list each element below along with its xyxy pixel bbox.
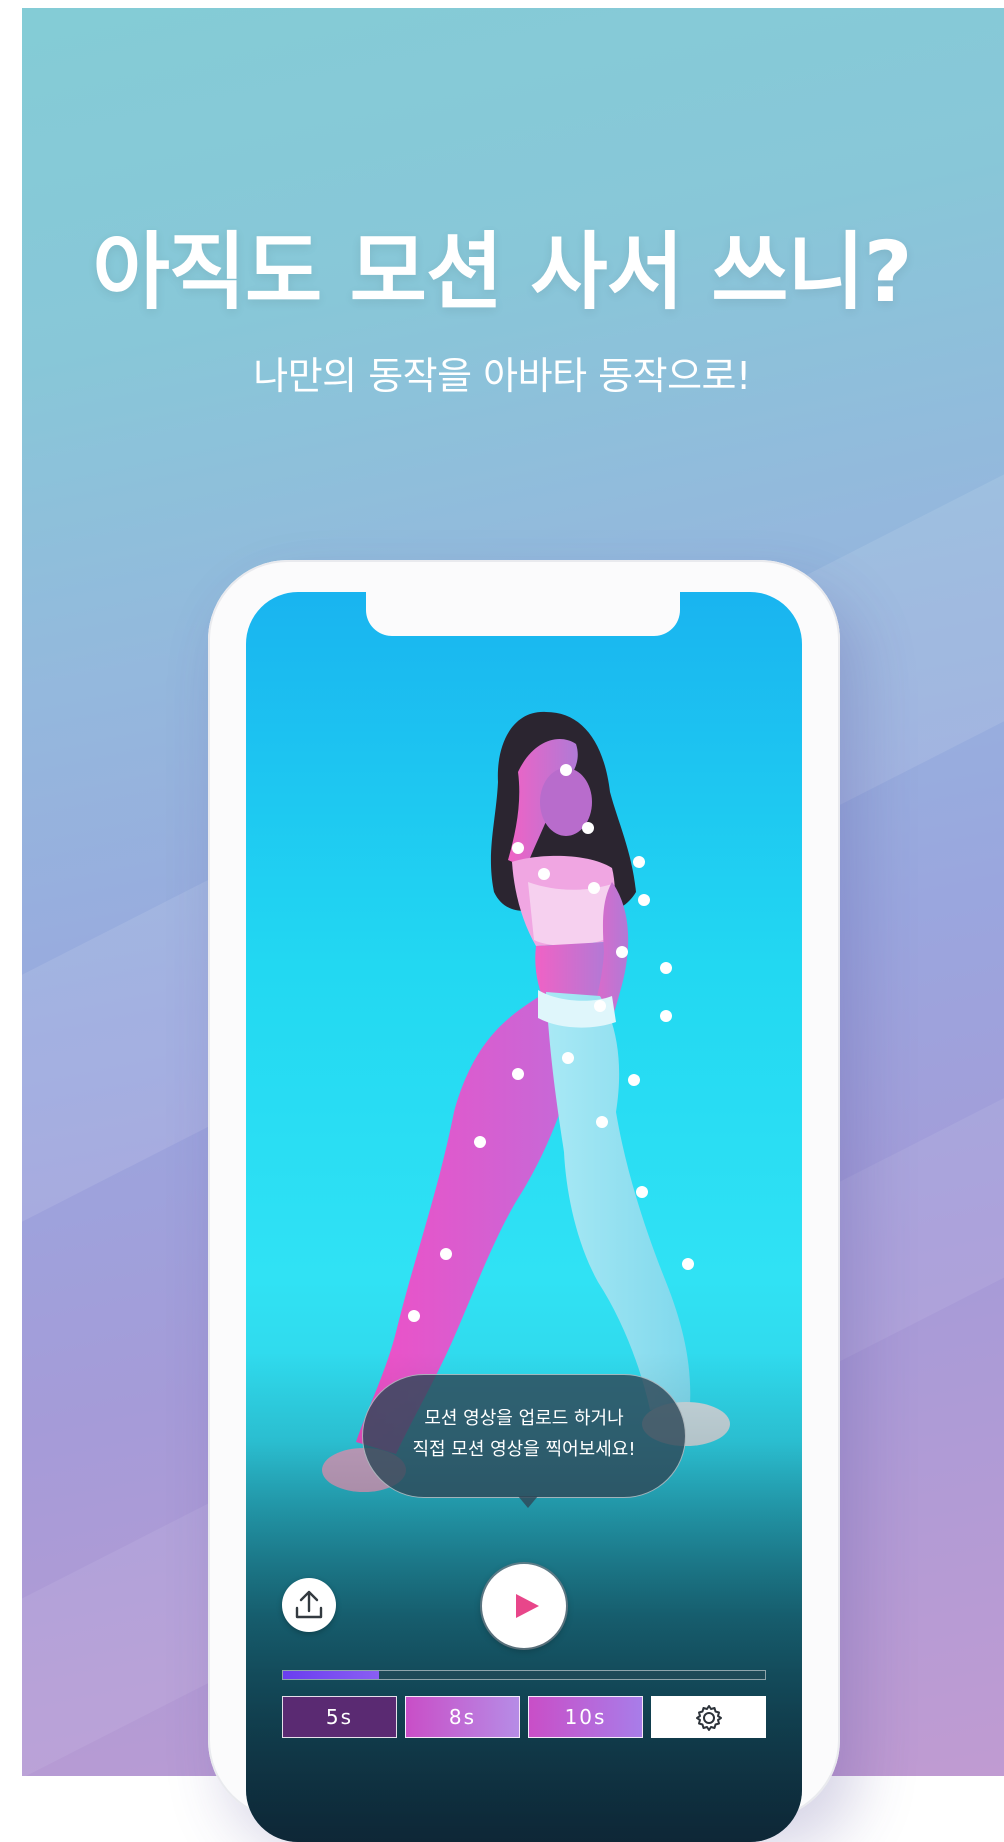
keypoint (616, 946, 628, 958)
keypoint (588, 882, 600, 894)
upload-tooltip: 모션 영상을 업로드 하거나 직접 모션 영상을 찍어보세요! (362, 1374, 686, 1498)
tooltip-tail (518, 1496, 538, 1508)
duration-5s-button[interactable]: 5s (282, 1696, 397, 1738)
upload-button[interactable] (282, 1578, 336, 1632)
duration-8s-button[interactable]: 8s (405, 1696, 520, 1738)
keypoint (596, 1116, 608, 1128)
dancer-photo (246, 711, 802, 1842)
play-button[interactable] (482, 1564, 566, 1648)
upload-icon (295, 1590, 323, 1619)
keypoint (582, 822, 594, 834)
dancer-top (528, 882, 612, 946)
keypoint (474, 1136, 486, 1148)
subheadline: 나만의 동작을 아바타 동작으로! (253, 354, 751, 398)
dancer-midriff (535, 942, 608, 996)
headline: 아직도 모션 사서 쓰니? (92, 223, 913, 321)
phone-notch (366, 592, 680, 636)
keypoint (440, 1248, 452, 1260)
keypoint (512, 1068, 524, 1080)
progress-fill (283, 1671, 380, 1679)
keypoint (633, 856, 645, 868)
keypoint (562, 1052, 574, 1064)
keypoint (682, 1258, 694, 1270)
duration-10s-button[interactable]: 10s (528, 1696, 643, 1738)
duration-selector: 5s 8s 10s (282, 1696, 766, 1738)
play-icon (516, 1594, 539, 1618)
settings-button[interactable] (651, 1696, 766, 1738)
recording-progress[interactable] (282, 1670, 766, 1680)
phone-screen: 모션 영상을 업로드 하거나 직접 모션 영상을 찍어보세요! 5s 8s 10… (246, 592, 802, 1842)
keypoint (560, 764, 572, 776)
keypoint (638, 894, 650, 906)
tooltip-line: 모션 영상을 업로드 하거나 (424, 1408, 624, 1429)
keypoint (594, 1000, 606, 1012)
keypoint (660, 1010, 672, 1022)
phone-mockup: 모션 영상을 업로드 하거나 직접 모션 영상을 찍어보세요! 5s 8s 10… (208, 560, 840, 1842)
keypoint (538, 868, 550, 880)
keypoint (628, 1074, 640, 1086)
keypoint (636, 1186, 648, 1198)
keypoint (512, 842, 524, 854)
gear-icon (695, 1705, 722, 1731)
keypoint (408, 1310, 420, 1322)
tooltip-line: 직접 모션 영상을 찍어보세요! (412, 1439, 636, 1460)
keypoint (660, 962, 672, 974)
